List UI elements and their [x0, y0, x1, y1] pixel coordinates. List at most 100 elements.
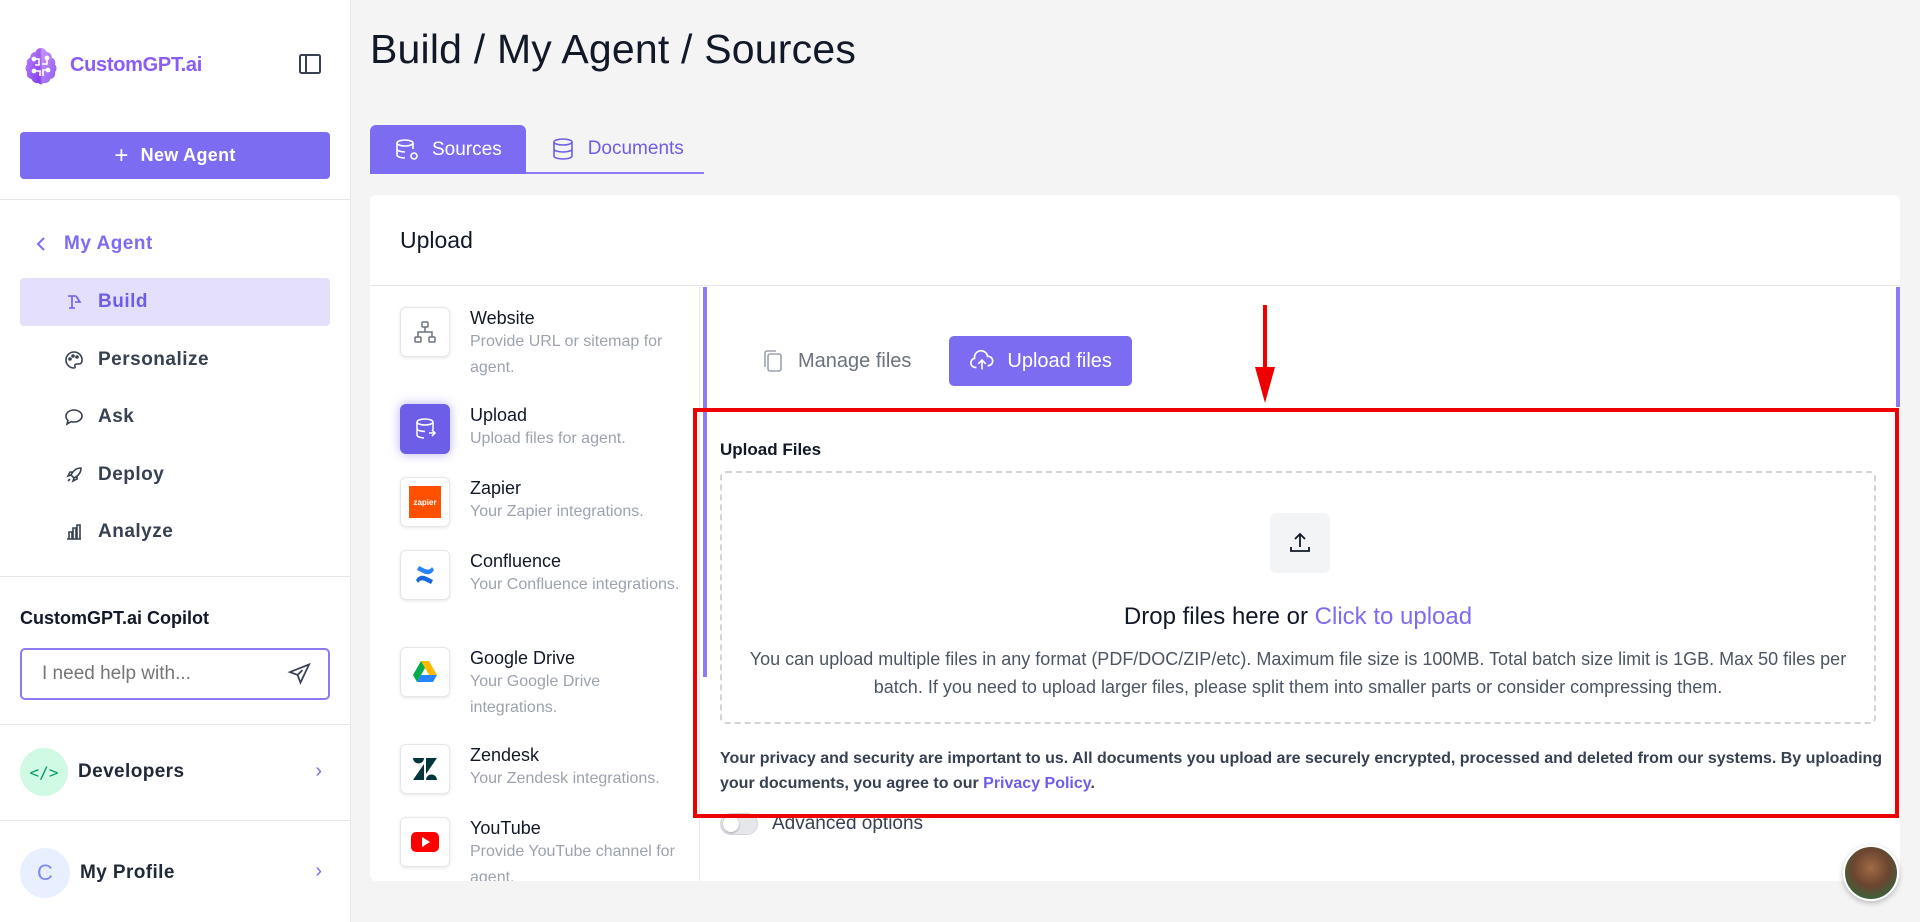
privacy-text: Your privacy and security are important …: [720, 750, 1883, 792]
developers-label: Developers: [78, 761, 185, 782]
back-to-my-agent[interactable]: My Agent: [36, 233, 153, 255]
cloud-upload-icon: [970, 349, 994, 370]
nav-label: Ask: [98, 406, 135, 427]
source-desc: Provide URL or sitemap for agent.: [470, 333, 663, 376]
manage-files-label: Manage files: [798, 349, 912, 372]
bar-chart-icon: [67, 524, 81, 540]
drop-prefix: Drop files here or: [1123, 603, 1315, 630]
dropzone[interactable]: Drop files here or Click to upload You c…: [720, 471, 1876, 724]
source-youtube[interactable]: YouTube Provide YouTube channel for agent…: [400, 817, 690, 881]
advanced-options-label: Advanced options: [772, 813, 924, 834]
tab-label: Sources: [432, 138, 502, 160]
tab-label: Documents: [587, 137, 684, 159]
manage-files-button[interactable]: Manage files: [740, 336, 931, 386]
card-title: Upload: [370, 195, 1900, 286]
build-icon: [68, 295, 82, 309]
nav-label: Deploy: [98, 464, 165, 485]
privacy-end: .: [1090, 775, 1095, 792]
tab-sources[interactable]: Sources: [370, 125, 526, 174]
logo[interactable]: CustomGPT.ai: [20, 44, 202, 86]
divider: [0, 724, 351, 725]
avatar: C: [20, 848, 70, 898]
chevron-right-icon: ›: [315, 760, 322, 782]
mode-buttons: Manage files Upload files: [740, 336, 1132, 386]
nav-item-deploy[interactable]: Deploy: [20, 451, 330, 499]
zapier-icon: zapier: [400, 477, 450, 527]
advanced-options: Advanced options: [720, 813, 923, 835]
red-arrow-annotation: [1255, 305, 1275, 403]
rocket-icon: [66, 467, 82, 483]
palette-icon: [65, 351, 83, 369]
tab-documents[interactable]: Documents: [525, 125, 704, 174]
copilot-input-box: [20, 648, 330, 700]
support-chat-avatar[interactable]: [1843, 845, 1899, 901]
nav-item-analyze[interactable]: Analyze: [20, 508, 330, 556]
sidebar-toggle-icon[interactable]: [296, 50, 324, 78]
privacy-notice: Your privacy and security are important …: [720, 746, 1890, 796]
source-confluence[interactable]: Confluence Your Confluence integrations.: [400, 550, 690, 600]
privacy-policy-link[interactable]: Privacy Policy: [983, 775, 1090, 792]
source-google-drive[interactable]: Google Drive Your Google Drive integratio…: [400, 647, 690, 721]
nav-item-ask[interactable]: Ask: [20, 393, 330, 441]
source-name: Confluence: [470, 551, 562, 571]
sitemap-icon: [400, 307, 450, 357]
zapier-logo: zapier: [409, 486, 441, 518]
code-icon: </>: [20, 748, 68, 796]
advanced-options-toggle[interactable]: [720, 813, 758, 835]
google-drive-icon: [400, 647, 450, 697]
upload-card: Upload Website Provide URL or sitemap for…: [370, 195, 1900, 881]
upload-files-button[interactable]: Upload files: [949, 336, 1132, 386]
nav-label: Analyze: [98, 521, 174, 542]
my-profile-link[interactable]: C My Profile ›: [20, 848, 330, 898]
source-zapier[interactable]: zapier Zapier Your Zapier integrations.: [400, 477, 690, 527]
nav-item-build[interactable]: Build: [20, 278, 330, 326]
drop-text: Drop files here or Click to upload: [722, 603, 1874, 631]
source-desc: Your Zapier integrations.: [470, 503, 644, 520]
copy-files-icon: [764, 350, 782, 372]
source-desc: Your Google Drive integrations.: [470, 673, 601, 716]
source-zendesk[interactable]: Zendesk Your Zendesk integrations.: [400, 744, 690, 794]
source-desc: Your Zendesk integrations.: [470, 770, 660, 787]
pane-accent-bar: [1896, 287, 1900, 407]
divider: [0, 199, 351, 200]
plus-icon: +: [114, 141, 129, 169]
source-website[interactable]: Website Provide URL or sitemap for agent.: [400, 307, 690, 381]
source-name: Upload: [470, 405, 528, 425]
youtube-icon: [400, 817, 450, 867]
source-name: YouTube: [470, 818, 541, 838]
back-label: My Agent: [64, 233, 153, 254]
source-desc: Upload files for agent.: [470, 430, 626, 447]
source-name: Google Drive: [470, 648, 576, 668]
nav-label: Build: [98, 291, 148, 312]
send-icon[interactable]: [287, 661, 312, 687]
nav-label: Personalize: [98, 349, 210, 370]
database-settings-icon: [396, 138, 418, 160]
upload-pane: Manage files Upload files Upload Files D…: [700, 287, 1900, 881]
source-name: Zapier: [470, 478, 522, 498]
source-list: Website Provide URL or sitemap for agent.…: [370, 287, 700, 881]
upload-files-section: Upload Files Drop files here or Click to…: [700, 408, 1900, 808]
sidebar: CustomGPT.ai + New Agent My Agent Build …: [0, 0, 351, 922]
profile-label: My Profile: [80, 862, 175, 883]
upload-help-text: You can upload multiple files in any for…: [749, 649, 1847, 697]
confluence-icon: [400, 550, 450, 600]
developers-link[interactable]: </> Developers ›: [20, 748, 330, 796]
page-title: Build / My Agent / Sources: [370, 26, 857, 72]
divider: [0, 820, 351, 821]
upload-database-icon: [400, 404, 450, 454]
new-agent-button[interactable]: + New Agent: [20, 132, 330, 179]
zendesk-icon: [400, 744, 450, 794]
new-agent-label: New Agent: [140, 145, 236, 165]
source-upload[interactable]: Upload Upload files for agent.: [400, 404, 690, 454]
copilot-input[interactable]: [42, 663, 287, 685]
upload-arrow-icon: [1270, 513, 1330, 573]
upload-files-label: Upload files: [1007, 349, 1112, 372]
copilot-title: CustomGPT.ai Copilot: [20, 608, 209, 628]
click-to-upload-link[interactable]: Click to upload: [1315, 603, 1472, 630]
source-name: Website: [470, 308, 535, 328]
database-icon: [552, 137, 573, 160]
nav-item-personalize[interactable]: Personalize: [20, 336, 330, 384]
brand-name: CustomGPT.ai: [70, 53, 202, 76]
chevron-right-icon: ›: [315, 860, 322, 882]
chat-icon: [65, 409, 83, 426]
